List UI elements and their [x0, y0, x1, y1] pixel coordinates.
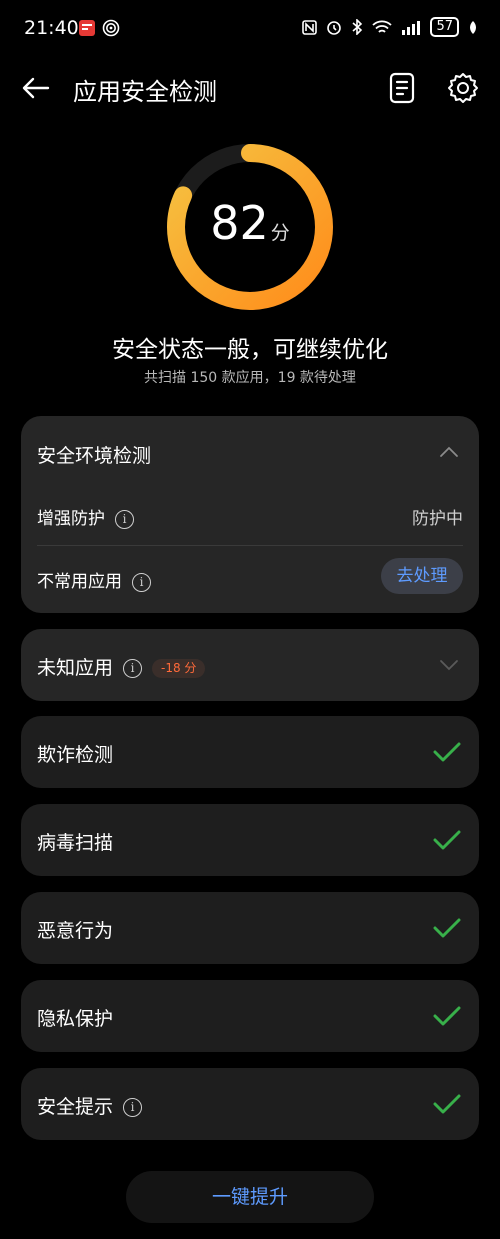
chevron-down-icon[interactable] — [439, 659, 459, 671]
malicious-behavior-card[interactable]: 恶意行为 — [21, 892, 479, 964]
row-label: 不常用应用 — [37, 572, 122, 592]
checkmark-icon — [433, 1094, 461, 1114]
info-icon[interactable]: i — [123, 659, 143, 678]
item-label: 欺诈检测 — [37, 744, 114, 766]
checkmark-icon — [433, 742, 461, 762]
status-bar: 21:40 57 — [0, 0, 500, 58]
item-label: 安全提示 — [37, 1096, 114, 1118]
alarm-icon — [327, 21, 342, 35]
checkmark-icon — [433, 1006, 461, 1026]
fraud-detection-card[interactable]: 欺诈检测 — [21, 716, 479, 788]
unknown-apps-row: 未知应用 i -18 分 — [37, 653, 206, 680]
item-label: 隐私保护 — [37, 1008, 114, 1030]
score-unit: 分 — [270, 222, 290, 244]
rarely-used-apps-row: 不常用应用 i — [37, 567, 151, 592]
enhanced-protection-row: 增强防护 i — [37, 504, 134, 529]
score-deduction-badge: -18 分 — [152, 659, 206, 678]
settings-gear-icon[interactable] — [446, 71, 480, 105]
info-icon[interactable]: i — [123, 1098, 143, 1117]
back-arrow-icon[interactable] — [20, 72, 52, 104]
protection-status: 防护中 — [412, 509, 463, 529]
checkmark-icon — [433, 830, 461, 850]
score-value: 82 — [210, 196, 269, 250]
app-security-screen: 21:40 57 应用安全检测 82 分 安全状态一般，可继续优化 共扫描 15… — [0, 0, 500, 1239]
score-display: 82 分 — [160, 196, 340, 250]
info-icon[interactable]: i — [132, 572, 151, 592]
one-click-improve-button[interactable]: 一键提升 — [126, 1171, 374, 1223]
battery-icon: 57 — [430, 17, 459, 37]
info-icon[interactable]: i — [115, 509, 134, 529]
hotspot-icon — [102, 19, 120, 37]
top-app-bar: 应用安全检测 — [0, 60, 500, 118]
row-label: 未知应用 — [37, 657, 114, 679]
divider — [37, 545, 463, 546]
security-tips-row: 安全提示 i — [37, 1092, 143, 1119]
status-time: 21:40 — [24, 17, 79, 39]
scan-summary-text: 共扫描 150 款应用，19 款待处理 — [144, 370, 356, 386]
item-label: 恶意行为 — [37, 920, 114, 942]
notification-icon — [79, 20, 95, 36]
security-environment-card: 安全环境检测 增强防护 i 防护中 不常用应用 i 去处理 — [21, 416, 479, 613]
status-right-icons: 57 — [302, 17, 478, 37]
leaf-icon — [470, 20, 476, 34]
card-title: 安全环境检测 — [37, 445, 152, 467]
status-left-icons — [78, 19, 120, 37]
chevron-up-icon[interactable] — [439, 446, 459, 458]
row-label: 增强防护 — [37, 509, 105, 529]
privacy-protection-card[interactable]: 隐私保护 — [21, 980, 479, 1052]
security-tips-card[interactable]: 安全提示 i — [21, 1068, 479, 1140]
unknown-apps-card[interactable]: 未知应用 i -18 分 — [21, 629, 479, 701]
handle-button[interactable]: 去处理 — [381, 558, 463, 594]
bluetooth-icon — [352, 19, 363, 35]
virus-scan-card[interactable]: 病毒扫描 — [21, 804, 479, 876]
security-status-text: 安全状态一般，可继续优化 — [112, 337, 388, 363]
checkmark-icon — [433, 918, 461, 938]
signal-icon — [402, 20, 421, 35]
wifi-icon — [372, 20, 393, 33]
item-label: 病毒扫描 — [37, 832, 114, 854]
nfc-icon — [302, 19, 318, 35]
report-document-icon[interactable] — [385, 71, 419, 105]
page-title: 应用安全检测 — [73, 78, 217, 106]
